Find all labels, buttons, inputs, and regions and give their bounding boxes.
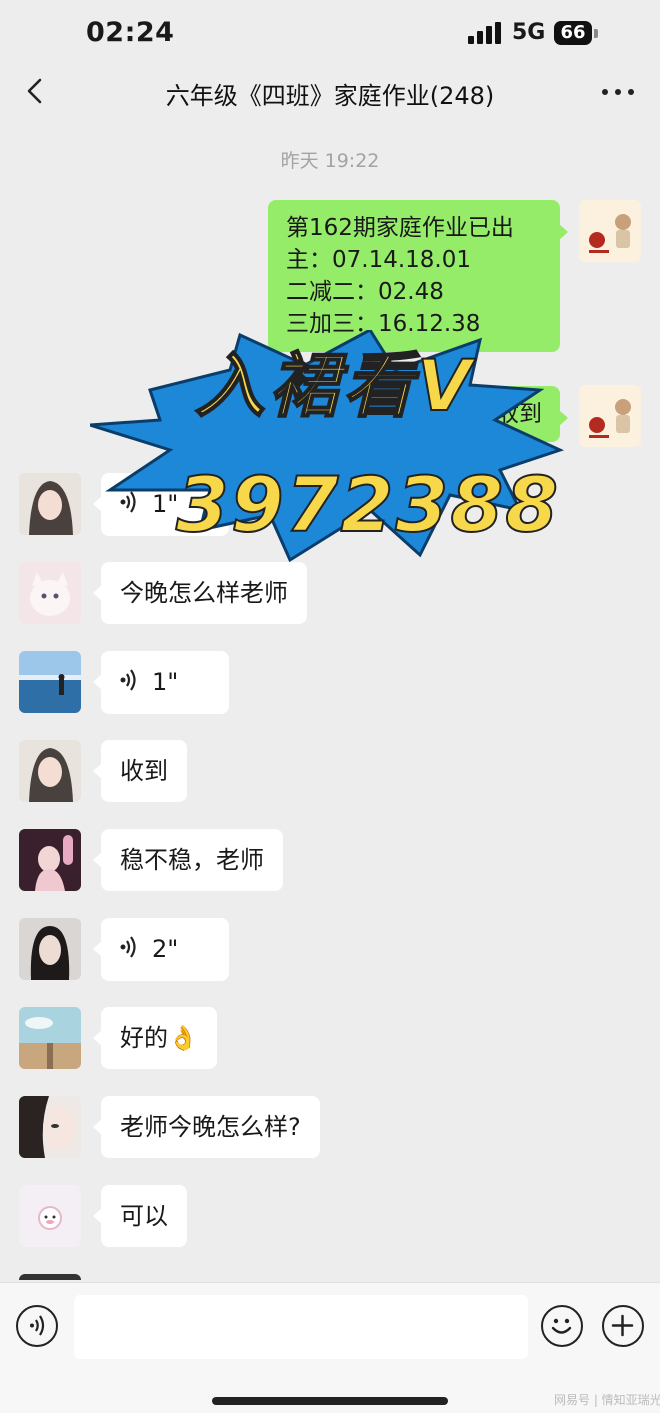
- text-message-bubble[interactable]: 今晚怎么样老师: [93, 562, 307, 624]
- watermark: 网易号 | 情知亚瑞光: [554, 1393, 660, 1407]
- message-line: 二减二：02.48: [286, 279, 444, 305]
- plus-icon[interactable]: [602, 1305, 644, 1347]
- message-text: 老师今晚怎么样?: [120, 1113, 301, 1141]
- text-message-bubble[interactable]: 稳不稳，老师: [93, 829, 283, 891]
- input-bar: 网易号 | 情知亚瑞光: [0, 1282, 660, 1413]
- message-text: 好的👌: [120, 1024, 198, 1052]
- voice-duration: 2": [152, 935, 179, 963]
- voice-input-icon[interactable]: [16, 1305, 58, 1347]
- message-input[interactable]: [74, 1295, 528, 1359]
- message-line: 收到: [496, 401, 542, 427]
- nav-bar: 六年级《四班》家庭作业(248): [0, 64, 660, 120]
- text-message-bubble[interactable]: 可以: [93, 1185, 187, 1247]
- message-text: 可以: [120, 1202, 168, 1230]
- message-line: 主：07.14.18.01: [286, 247, 471, 273]
- voice-message-bubble[interactable]: 1": [93, 473, 229, 536]
- message-timestamp: 昨天 19:22: [280, 150, 380, 172]
- voice-duration: 1": [152, 490, 179, 518]
- message-text: 收到: [120, 757, 168, 785]
- message-line: 第162期家庭作业已出: [286, 215, 514, 241]
- voice-duration: 1": [152, 668, 179, 696]
- network-type: 5G: [512, 20, 546, 45]
- voice-message-bubble[interactable]: 1": [93, 651, 229, 714]
- text-message-bubble[interactable]: 收到: [93, 740, 187, 802]
- chat-title: 六年级《四班》家庭作业(248): [165, 82, 495, 110]
- my-avatar[interactable]: [579, 385, 641, 447]
- signal-icon: [468, 22, 502, 44]
- battery-tip: [594, 29, 598, 38]
- status-time: 02:24: [86, 17, 175, 48]
- emoji-icon[interactable]: [541, 1305, 583, 1347]
- more-dots-icon[interactable]: [598, 76, 638, 106]
- home-indicator[interactable]: [212, 1397, 448, 1405]
- voice-wave-icon: [120, 652, 138, 714]
- member-avatar[interactable]: [19, 651, 81, 713]
- chat-area[interactable]: 第162期家庭作业已出 主：07.14.18.01 二减二：02.48 三加三：…: [0, 190, 660, 1280]
- status-bar: 02:24 5G 66: [0, 0, 660, 64]
- voice-message-bubble[interactable]: 2": [93, 918, 229, 981]
- message-line: 三加三：16.12.38: [286, 311, 481, 337]
- member-avatar[interactable]: [19, 1274, 81, 1280]
- member-avatar[interactable]: [19, 473, 81, 535]
- sent-message-bubble[interactable]: 收到: [380, 386, 568, 442]
- battery-icon: 66: [554, 21, 592, 45]
- text-message-bubble[interactable]: 老师今晚怎么样?: [93, 1096, 320, 1158]
- member-avatar[interactable]: [19, 740, 81, 802]
- sent-message-bubble[interactable]: 第162期家庭作业已出 主：07.14.18.01 二减二：02.48 三加三：…: [268, 200, 568, 352]
- voice-wave-icon: [120, 474, 138, 536]
- member-avatar[interactable]: [19, 1096, 81, 1158]
- member-avatar[interactable]: [19, 918, 81, 980]
- my-avatar[interactable]: [579, 200, 641, 262]
- text-message-bubble[interactable]: 好的👌: [93, 1007, 217, 1069]
- message-text: 稳不稳，老师: [120, 846, 264, 874]
- message-text: 今晚怎么样老师: [120, 579, 288, 607]
- member-avatar[interactable]: [19, 829, 81, 891]
- member-avatar[interactable]: [19, 1185, 81, 1247]
- member-avatar[interactable]: [19, 1007, 81, 1069]
- member-avatar[interactable]: [19, 562, 81, 624]
- voice-wave-icon: [120, 919, 138, 981]
